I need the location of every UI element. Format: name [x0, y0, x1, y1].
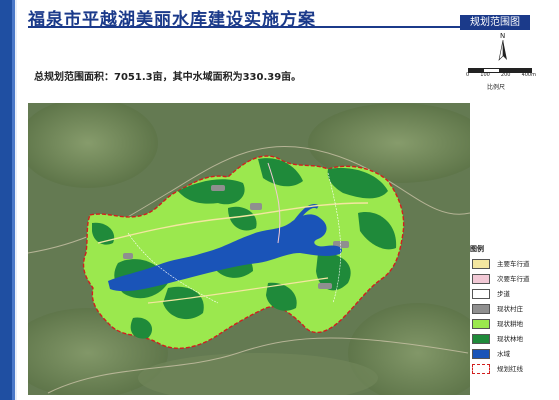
legend-item-main-road: 主要车行道	[470, 259, 540, 274]
map-type-badge: 规划范围图	[460, 15, 530, 30]
legend-item-village: 现状村庄	[470, 304, 540, 319]
scale-tick: 0	[466, 72, 470, 78]
legend-label: 现状林地	[497, 335, 523, 343]
cultivated-swatch	[472, 319, 490, 329]
north-arrow-icon	[498, 39, 507, 61]
main-road-swatch	[472, 259, 490, 269]
forest-swatch	[472, 334, 490, 344]
legend-item-cultivated: 现状耕地	[470, 319, 540, 334]
legend-item-forest: 现状林地	[470, 334, 540, 349]
legend-label: 规划红线	[497, 365, 523, 373]
secondary-road-swatch	[472, 274, 490, 284]
scale-tick: 400m	[521, 72, 536, 78]
legend-label: 主要车行道	[497, 260, 530, 268]
area-summary: 总规划范围面积：7051.3亩，其中水域面积为330.39亩。	[34, 72, 302, 83]
legend-item-trail: 步道	[470, 289, 540, 304]
left-accent-bar	[0, 0, 12, 400]
village-swatch	[472, 304, 490, 314]
legend-label: 步道	[497, 290, 510, 298]
trail-swatch	[472, 289, 490, 299]
title-underline	[28, 26, 530, 28]
map-legend: 图例 主要车行道 次要车行道 步道 现状村庄 现状耕地 现状林地 水域 规划红线	[470, 244, 540, 379]
legend-item-secondary-road: 次要车行道	[470, 274, 540, 289]
legend-label: 次要车行道	[497, 275, 530, 283]
scale-tick-labels: 0 100 200 400m	[466, 72, 536, 78]
legend-item-boundary: 规划红线	[470, 364, 540, 379]
map-canvas[interactable]	[28, 103, 470, 395]
water-swatch	[472, 349, 490, 359]
scale-tick: 100	[480, 72, 490, 78]
satellite-map[interactable]	[28, 103, 470, 395]
scale-title: 比例尺	[487, 84, 506, 91]
boundary-swatch	[472, 364, 490, 374]
legend-label: 水域	[497, 350, 510, 358]
left-accent-bar-light	[15, 0, 17, 400]
legend-label: 现状村庄	[497, 305, 523, 313]
legend-label: 现状耕地	[497, 320, 523, 328]
scale-tick: 200	[500, 72, 511, 78]
legend-item-water: 水域	[470, 349, 540, 364]
legend-title: 图例	[470, 245, 484, 253]
